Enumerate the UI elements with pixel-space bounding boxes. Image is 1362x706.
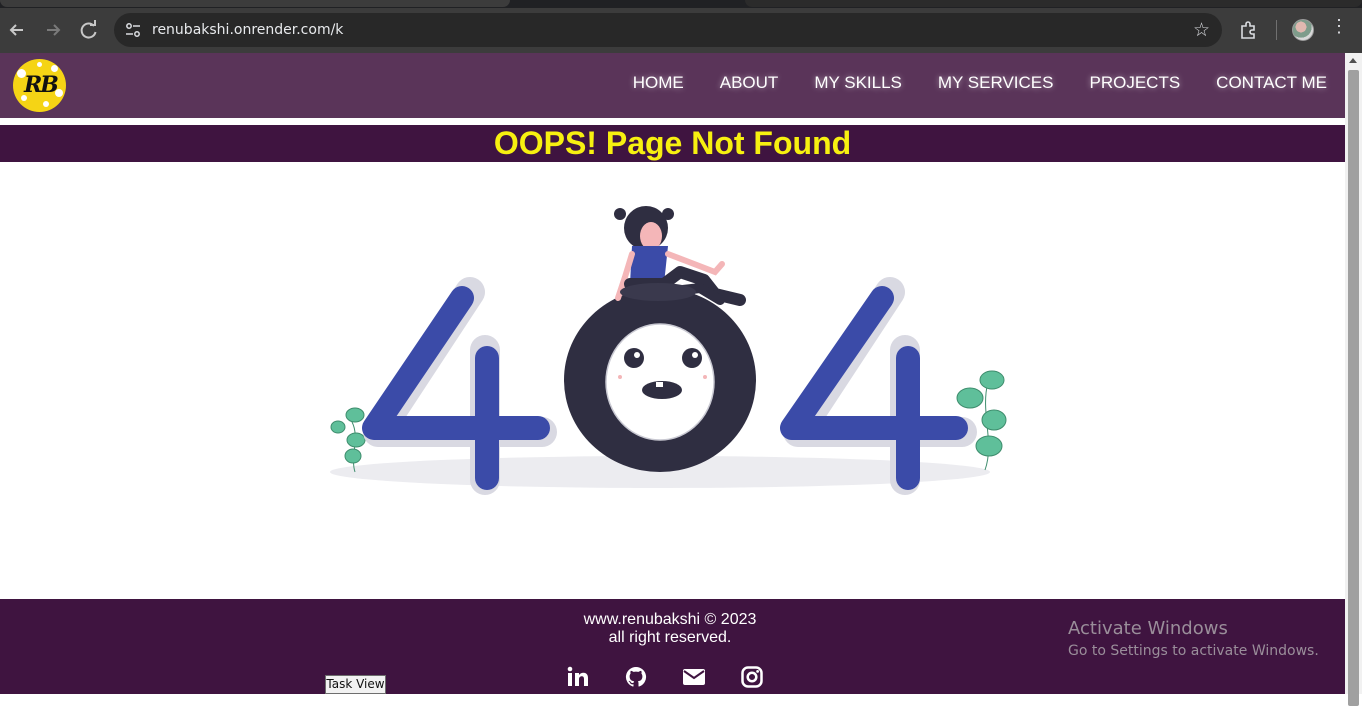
plant-left (330, 407, 366, 473)
main-content (0, 162, 1345, 599)
profile-avatar[interactable] (1292, 19, 1314, 41)
site-logo[interactable]: RB (13, 59, 66, 112)
scrollbar-thumb[interactable] (1348, 70, 1359, 706)
task-view-tooltip: Task View (325, 675, 386, 694)
reload-icon[interactable] (76, 17, 102, 43)
linkedin-icon[interactable] (566, 665, 590, 689)
nav-my-services[interactable]: MY SERVICES (938, 73, 1054, 93)
main-nav: HOME ABOUT MY SKILLS MY SERVICES PROJECT… (633, 73, 1327, 93)
woman-figure (614, 206, 746, 306)
site-info-icon[interactable] (124, 21, 142, 39)
github-icon[interactable] (624, 665, 648, 689)
404-illustration (330, 206, 1007, 495)
digit-four-left (362, 286, 550, 490)
logo-text: RB (24, 72, 59, 98)
windows-activation-watermark: Activate Windows Go to Settings to activ… (1068, 619, 1319, 663)
tab[interactable] (0, 0, 510, 7)
error-banner: OOPS! Page Not Found (0, 125, 1345, 162)
tab-strip (0, 0, 1362, 8)
instagram-icon[interactable] (740, 665, 764, 689)
back-icon[interactable] (4, 17, 30, 43)
scroll-up-arrow-icon[interactable] (1349, 58, 1357, 63)
nav-about[interactable]: ABOUT (720, 73, 779, 93)
tab[interactable] (745, 0, 1362, 7)
activate-title: Activate Windows (1068, 618, 1228, 639)
nav-contact-me[interactable]: CONTACT ME (1216, 73, 1327, 93)
toolbar-divider (1276, 20, 1277, 40)
browser-toolbar: renubakshi.onrender.com/k ☆ ⋮ (0, 0, 1362, 53)
page-title: OOPS! Page Not Found (493, 125, 852, 161)
digit-zero (564, 288, 756, 472)
nav-home[interactable]: HOME (633, 73, 684, 93)
bookmark-star-icon[interactable]: ☆ (1193, 19, 1210, 42)
site-header: RB HOME ABOUT MY SKILLS MY SERVICES PROJ… (0, 53, 1345, 118)
nav-my-skills[interactable]: MY SKILLS (814, 73, 902, 93)
nav-projects[interactable]: PROJECTS (1089, 73, 1180, 93)
url-text[interactable]: renubakshi.onrender.com/k (152, 22, 343, 38)
menu-kebab-icon[interactable]: ⋮ (1330, 16, 1348, 37)
email-icon[interactable] (682, 665, 706, 689)
forward-icon[interactable] (40, 17, 66, 43)
extensions-icon[interactable] (1238, 19, 1260, 41)
page-scrollbar[interactable] (1345, 53, 1362, 706)
social-links (566, 665, 764, 689)
activate-subtitle: Go to Settings to activate Windows. (1068, 643, 1319, 659)
address-bar[interactable]: renubakshi.onrender.com/k ☆ (114, 13, 1222, 47)
digit-four-right (780, 286, 968, 490)
header-gap (0, 118, 1345, 125)
